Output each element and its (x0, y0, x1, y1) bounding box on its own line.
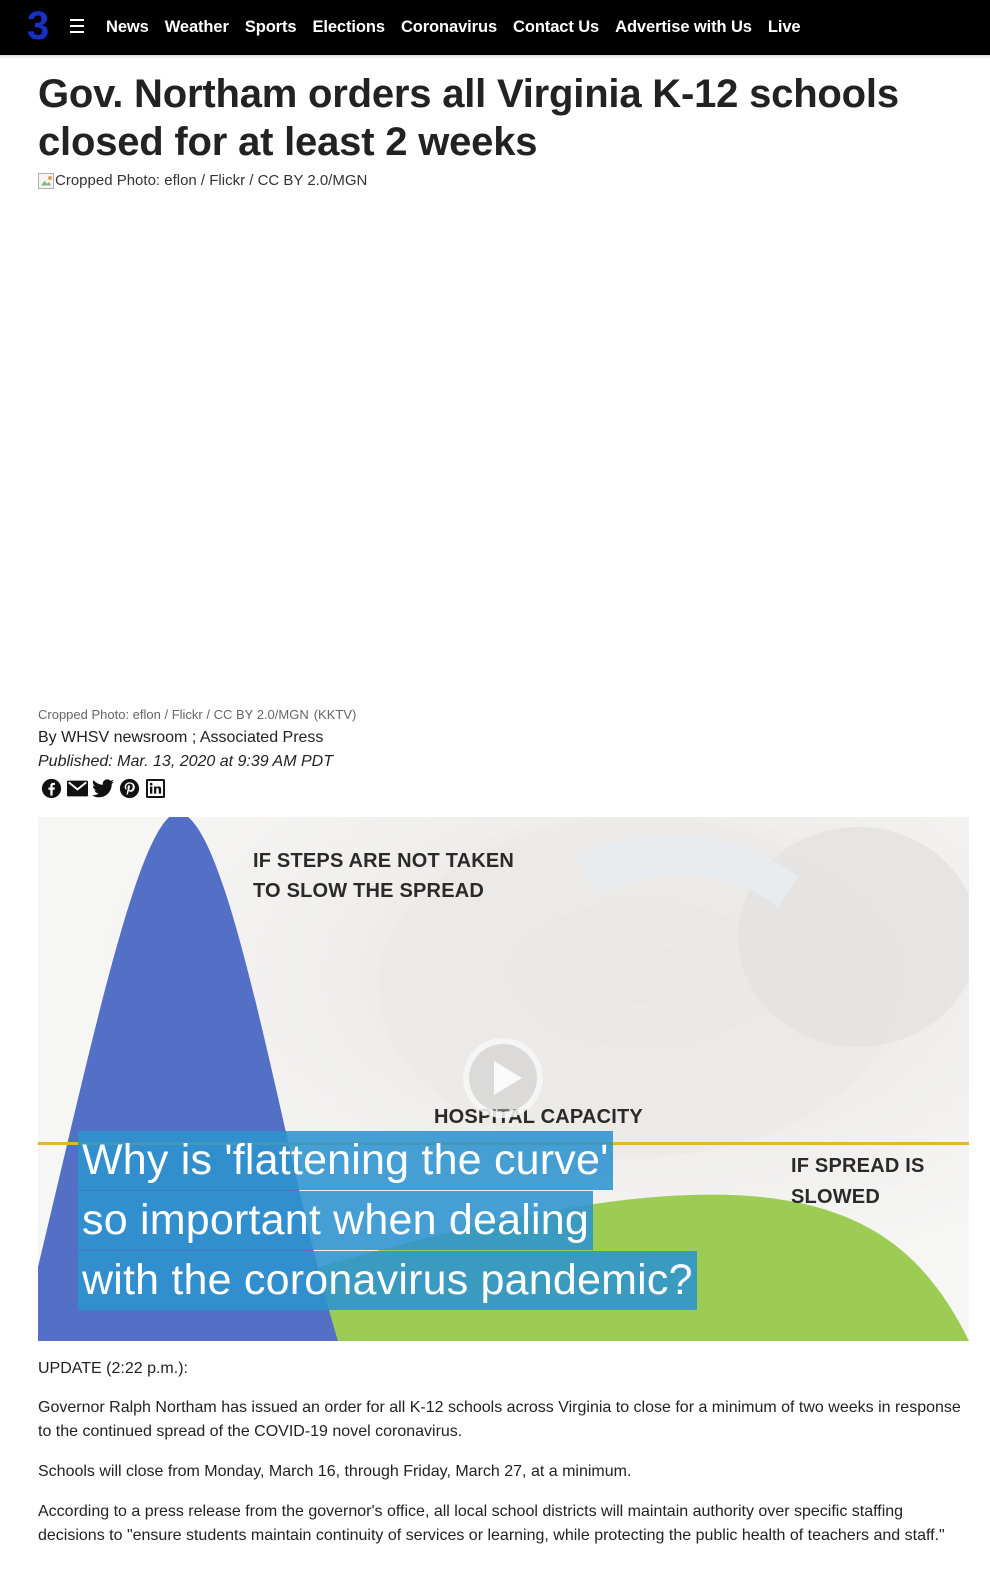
caption-text: Cropped Photo: eflon / Flickr / CC BY 2.… (38, 707, 309, 722)
pinterest-icon[interactable] (118, 777, 140, 799)
station-logo[interactable]: 3 (27, 5, 53, 45)
facebook-icon[interactable] (40, 777, 62, 799)
paragraph-1: Governor Ralph Northam has issued an ord… (38, 1399, 961, 1440)
article-byline: By WHSV newsroom ; Associated Press (38, 729, 324, 746)
label-steps-not-taken: IF STEPS ARE NOT TAKEN TO SLOW THE SPREA… (253, 850, 515, 902)
nav-live[interactable]: Live (768, 18, 801, 37)
nav-coronavirus[interactable]: Coronavirus (401, 18, 497, 37)
image-caption: Cropped Photo: eflon / Flickr / CC BY 2.… (38, 707, 356, 722)
update-label: UPDATE (2:22 p.m.): (38, 1360, 188, 1377)
nav-contact-us[interactable]: Contact Us (513, 18, 599, 37)
nav-elections[interactable]: Elections (312, 18, 385, 37)
video-player[interactable]: IF STEPS ARE NOT TAKEN TO SLOW THE SPREA… (38, 817, 969, 1341)
share-bar (40, 777, 170, 799)
label-spread-slowed: IF SPREAD IS SLOWED (791, 1155, 925, 1208)
published-date: Published: Mar. 13, 2020 at 9:39 AM PDT (38, 753, 333, 770)
lead-image: Cropped Photo: eflon / Flickr / CC BY 2.… (38, 172, 367, 189)
linkedin-icon[interactable] (144, 777, 166, 799)
top-navigation-bar: 3 News Weather Sports Elections Coronavi… (0, 0, 990, 55)
caption-source: (KKTV) (313, 707, 357, 722)
nav-sports[interactable]: Sports (245, 18, 297, 37)
hamburger-menu-icon[interactable] (70, 19, 84, 33)
article-headline: Gov. Northam orders all Virginia K-12 sc… (38, 72, 899, 164)
play-button-icon[interactable] (463, 1038, 543, 1118)
nav-advertise[interactable]: Advertise with Us (615, 18, 752, 37)
video-title: Why is 'flattening the curve' so importa… (78, 1131, 698, 1311)
lead-image-alt-text: Cropped Photo: eflon / Flickr / CC BY 2.… (55, 172, 368, 189)
paragraph-3: According to a press release from the go… (38, 1503, 945, 1544)
broken-image-icon (38, 172, 54, 189)
label-hospital-capacity: HOSPITAL CAPACITY (434, 1106, 643, 1128)
paragraph-2: Schools will close from Monday, March 16… (38, 1463, 632, 1480)
nav-weather[interactable]: Weather (165, 18, 229, 37)
twitter-icon[interactable] (92, 777, 114, 799)
nav-shadow (0, 55, 990, 59)
main-nav-links: News Weather Sports Elections Coronaviru… (106, 0, 817, 55)
email-icon[interactable] (66, 777, 88, 799)
nav-news[interactable]: News (106, 18, 149, 37)
svg-text:3: 3 (27, 5, 49, 45)
